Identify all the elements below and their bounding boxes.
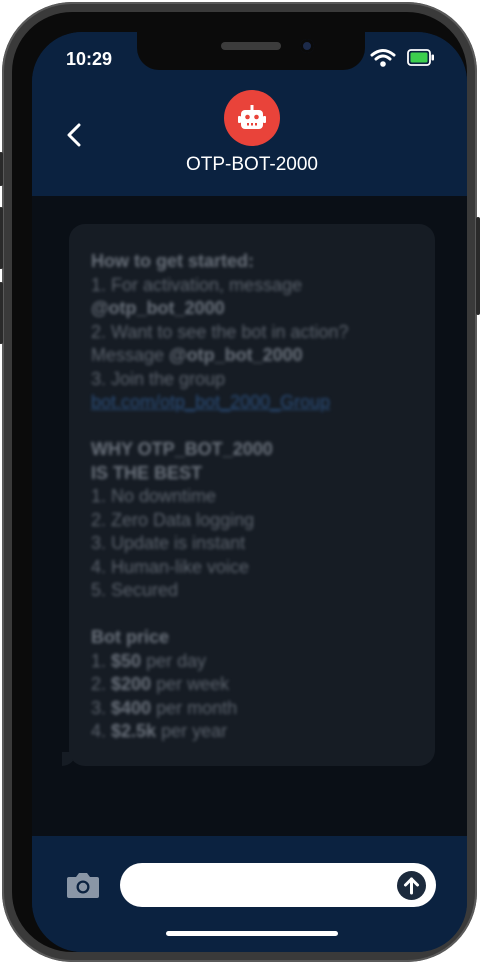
message-line: 5. Secured [91, 580, 179, 600]
home-indicator[interactable] [166, 931, 338, 936]
message-line: 2. Want to see the bot in action? [91, 321, 349, 342]
chat-area[interactable]: How to get started: 1. For activation, me… [32, 196, 467, 836]
screen: OTP-BOT-2000 10:29 How to get started: 1… [32, 32, 467, 952]
contact-name: OTP-BOT-2000 [186, 154, 318, 175]
message-text: How to get started: 1. For activation, me… [91, 250, 421, 744]
message-line: Message @otp_bot_2000 [91, 345, 303, 365]
battery-icon [407, 49, 435, 66]
message-line: 3. Update is instant [91, 533, 246, 553]
message-line: 1. $50 per day [91, 650, 207, 671]
message-line: IS THE BEST [91, 462, 203, 483]
avatar[interactable] [224, 90, 280, 146]
notch [137, 32, 365, 70]
arrow-up-icon [404, 877, 419, 895]
message-input[interactable] [120, 863, 436, 907]
speaker-grille [221, 42, 281, 50]
message-line: 3. $400 per month [91, 697, 238, 718]
message-bubble[interactable]: How to get started: 1. For activation, me… [69, 224, 435, 766]
message-line: 1. For activation, message [91, 274, 303, 295]
message-line: 3. Join the group [91, 368, 226, 389]
wifi-icon [370, 48, 396, 68]
battery-level [410, 52, 428, 63]
volume-down-button [0, 282, 3, 344]
message-line: 2. $200 per week [91, 674, 230, 694]
message-line: 4. $2.5k per year [91, 721, 228, 741]
message-line: Bot price [91, 627, 170, 647]
robot-icon [238, 105, 266, 129]
message-line: bot.com/otp_bot_2000_Group [91, 391, 421, 415]
message-line: 4. Human-like voice [91, 556, 250, 577]
message-line [91, 603, 421, 627]
message-line: 1. No downtime [91, 486, 217, 506]
volume-up-button [0, 207, 3, 269]
send-button[interactable] [397, 871, 426, 900]
phone-frame: OTP-BOT-2000 10:29 How to get started: 1… [0, 2, 480, 962]
message-line: WHY OTP_BOT_2000 [91, 439, 273, 459]
power-button [476, 217, 480, 315]
message-line: 2. Zero Data logging [91, 509, 255, 530]
message-line [91, 415, 421, 439]
mute-switch [0, 152, 3, 186]
chevron-left-icon[interactable] [64, 122, 86, 148]
group-link[interactable]: bot.com/otp_bot_2000_Group [91, 392, 330, 412]
status-time: 10:29 [66, 49, 113, 69]
phone-bezel: OTP-BOT-2000 10:29 How to get started: 1… [12, 12, 467, 952]
message-line: How to get started: [91, 251, 255, 271]
camera-icon[interactable] [65, 870, 101, 900]
message-line: @otp_bot_2000 [91, 298, 225, 318]
front-camera [300, 39, 314, 53]
